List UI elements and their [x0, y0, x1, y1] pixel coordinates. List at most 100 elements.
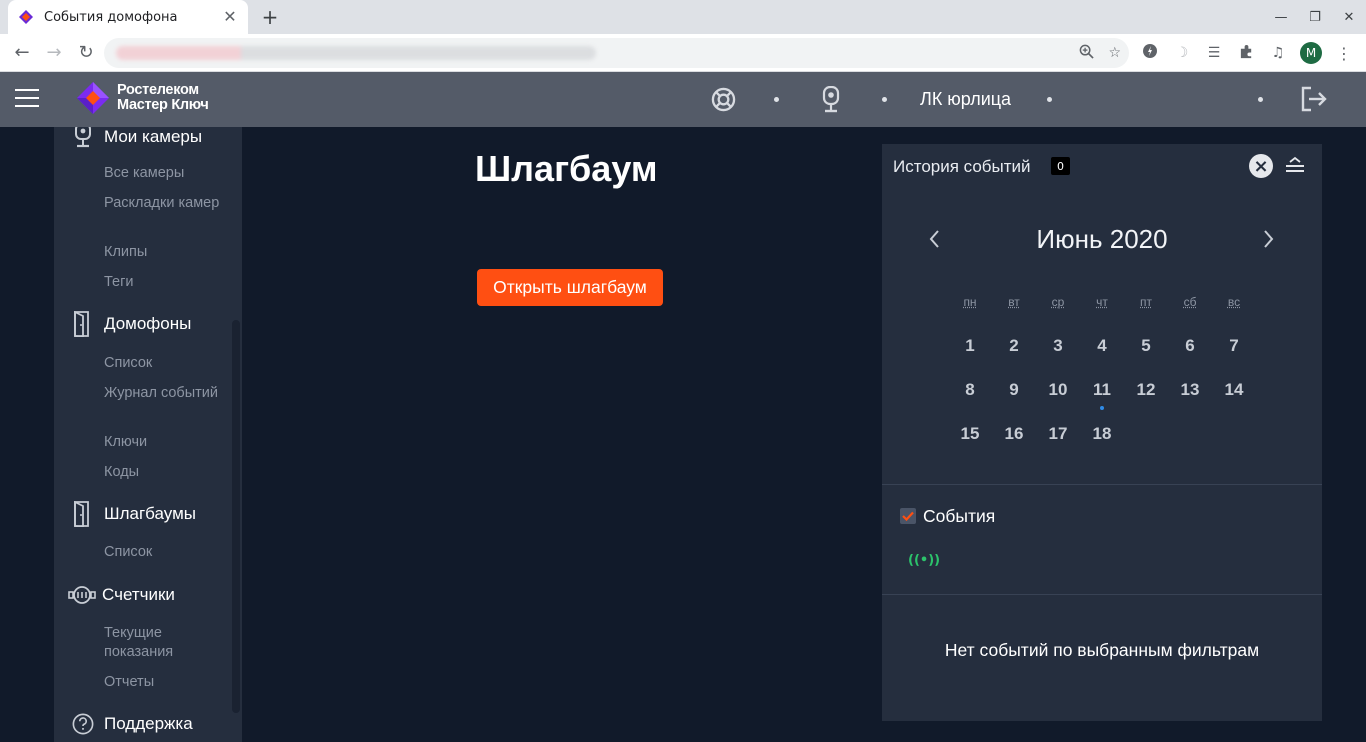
- support-lifebuoy-icon[interactable]: [711, 87, 736, 116]
- event-count-badge: 0: [1051, 157, 1070, 175]
- rostelecom-favicon-icon: [18, 9, 34, 25]
- close-tab-icon[interactable]: ✕: [222, 9, 238, 25]
- calendar-day[interactable]: 8: [948, 378, 992, 422]
- sidebar-section-meters[interactable]: Счетчики: [68, 582, 175, 608]
- header-separator-dot: [882, 97, 887, 102]
- account-switcher[interactable]: ЛК юрлица: [920, 89, 1011, 110]
- sidebar-item-reports[interactable]: Отчеты: [104, 673, 224, 692]
- new-tab-button[interactable]: +: [258, 5, 282, 29]
- calendar-day[interactable]: 18: [1080, 422, 1124, 466]
- extension-shield-icon[interactable]: [1140, 43, 1160, 63]
- sidebar-item-tags[interactable]: Теги: [104, 273, 224, 292]
- header-separator-dot: [1047, 97, 1052, 102]
- panel-divider: [882, 484, 1322, 485]
- calendar-day[interactable]: 15: [948, 422, 992, 466]
- calendar-day[interactable]: 13: [1168, 378, 1212, 422]
- sidebar-section-support[interactable]: Поддержка: [72, 711, 193, 737]
- panel-divider: [882, 594, 1322, 595]
- event-history-panel: История событий 0 × Июнь 2020 пн вт ср чт пт…: [882, 144, 1322, 721]
- calendar-month-label: Июнь 2020: [1036, 224, 1168, 254]
- sidebar-item-event-log[interactable]: Журнал событий: [104, 384, 224, 403]
- open-barrier-button[interactable]: Открыть шлагбаум: [477, 269, 663, 306]
- logo-line-2: Мастер Ключ: [117, 97, 209, 113]
- sidebar-item-all-cameras[interactable]: Все камеры: [104, 164, 224, 183]
- back-arrow-icon[interactable]: ←: [6, 37, 38, 69]
- window-controls: — ❐ ✕: [1264, 0, 1366, 34]
- sidebar-section-label: Поддержка: [104, 714, 193, 733]
- sidebar-section-cameras[interactable]: Мои камеры: [72, 127, 202, 150]
- events-filter-label[interactable]: События: [923, 506, 995, 527]
- calendar-day[interactable]: 10: [1036, 378, 1080, 422]
- calendar-day[interactable]: 3: [1036, 334, 1080, 378]
- sidebar-item-clips[interactable]: Клипы: [104, 243, 224, 262]
- sidebar-item-keys[interactable]: Ключи: [104, 433, 224, 452]
- collapse-panel-icon[interactable]: [1284, 156, 1306, 176]
- app-header: Ростелеком Мастер Ключ ЛК юрлица: [0, 72, 1366, 127]
- minimize-icon[interactable]: —: [1264, 10, 1298, 25]
- logo-text: Ростелеком Мастер Ключ: [117, 82, 209, 113]
- sidebar-item-barrier-list[interactable]: Список: [104, 543, 224, 562]
- profile-avatar[interactable]: M: [1300, 42, 1322, 64]
- media-control-icon[interactable]: ♫: [1268, 45, 1288, 61]
- blurred-url: [116, 46, 596, 60]
- browser-menu-icon[interactable]: ⋮: [1334, 44, 1354, 63]
- restore-icon[interactable]: ❐: [1298, 10, 1332, 25]
- forward-arrow-icon[interactable]: →: [38, 37, 70, 69]
- tab-title: События домофона: [44, 9, 178, 25]
- logout-icon[interactable]: [1300, 86, 1328, 116]
- page-title: Шлагбаум: [475, 148, 658, 189]
- weekday-label: сб: [1183, 295, 1197, 309]
- weekday-label: ср: [1051, 295, 1065, 309]
- help-icon: [72, 711, 94, 737]
- hamburger-menu-icon[interactable]: [15, 89, 39, 109]
- camera-icon: [72, 127, 94, 150]
- events-filter-checkbox[interactable]: [900, 508, 916, 524]
- calendar-day[interactable]: 12: [1124, 378, 1168, 422]
- weekday-label: вт: [1008, 295, 1020, 309]
- logo[interactable]: Ростелеком Мастер Ключ: [76, 81, 209, 115]
- sidebar-item-camera-layouts[interactable]: Раскладки камер: [104, 194, 224, 213]
- calendar-day[interactable]: 1: [948, 334, 992, 378]
- door-icon: [72, 311, 94, 337]
- sidebar-section-barriers[interactable]: Шлагбаумы: [72, 501, 196, 527]
- calendar-day[interactable]: 11: [1080, 378, 1124, 422]
- calendar-day[interactable]: 9: [992, 378, 1036, 422]
- weekday-label: чт: [1096, 295, 1108, 309]
- empty-state-message: Нет событий по выбранным фильтрам: [944, 640, 1260, 660]
- browser-tab-strip: События домофона ✕ + — ❐ ✕: [0, 0, 1366, 34]
- calendar-day[interactable]: 7: [1212, 334, 1256, 378]
- sidebar-item-current-readings[interactable]: Текущие показания: [104, 624, 224, 662]
- calendar-day[interactable]: 6: [1168, 334, 1212, 378]
- zoom-icon[interactable]: [1079, 44, 1095, 63]
- broadcast-icon[interactable]: ((•)): [908, 553, 940, 568]
- calendar-day[interactable]: 14: [1212, 378, 1256, 422]
- weekday-label: вс: [1227, 295, 1241, 309]
- bookmark-star-icon[interactable]: ☆: [1108, 45, 1121, 61]
- logo-line-1: Ростелеком: [117, 82, 199, 98]
- sidebar-scrollbar[interactable]: [232, 320, 240, 713]
- calendar-next-month-icon[interactable]: [1258, 227, 1278, 251]
- extensions-puzzle-icon[interactable]: [1236, 44, 1256, 63]
- reload-icon[interactable]: ↻: [70, 37, 102, 69]
- extension-moon-icon[interactable]: ☽: [1172, 45, 1192, 61]
- close-panel-icon[interactable]: ×: [1249, 154, 1273, 178]
- rostelecom-logo-icon: [76, 81, 110, 115]
- close-window-icon[interactable]: ✕: [1332, 10, 1366, 25]
- reading-list-icon[interactable]: ☰: [1204, 45, 1224, 61]
- weekday-label: пт: [1140, 295, 1152, 309]
- calendar-day[interactable]: 4: [1080, 334, 1124, 378]
- address-bar[interactable]: ☆: [104, 38, 1129, 68]
- webcam-icon[interactable]: [821, 85, 841, 118]
- calendar-day[interactable]: 16: [992, 422, 1036, 466]
- calendar-grid: пн вт ср чт пт сб вс 1 2 3 4 5 6 7 8 9 10 11 12 13 14 15 16 17 1…: [948, 290, 1256, 466]
- sidebar-section-intercoms[interactable]: Домофоны: [72, 311, 191, 337]
- header-separator-dot: [774, 97, 779, 102]
- sidebar-section-label: Домофоны: [104, 314, 192, 333]
- calendar-day[interactable]: 5: [1124, 334, 1168, 378]
- sidebar: Мои камеры Все камеры Раскладки камер Кл…: [54, 127, 242, 742]
- calendar-day[interactable]: 17: [1036, 422, 1080, 466]
- sidebar-item-intercom-list[interactable]: Список: [104, 354, 224, 373]
- browser-tab[interactable]: События домофона ✕: [8, 0, 248, 34]
- calendar-day[interactable]: 2: [992, 334, 1036, 378]
- sidebar-item-codes[interactable]: Коды: [104, 463, 224, 482]
